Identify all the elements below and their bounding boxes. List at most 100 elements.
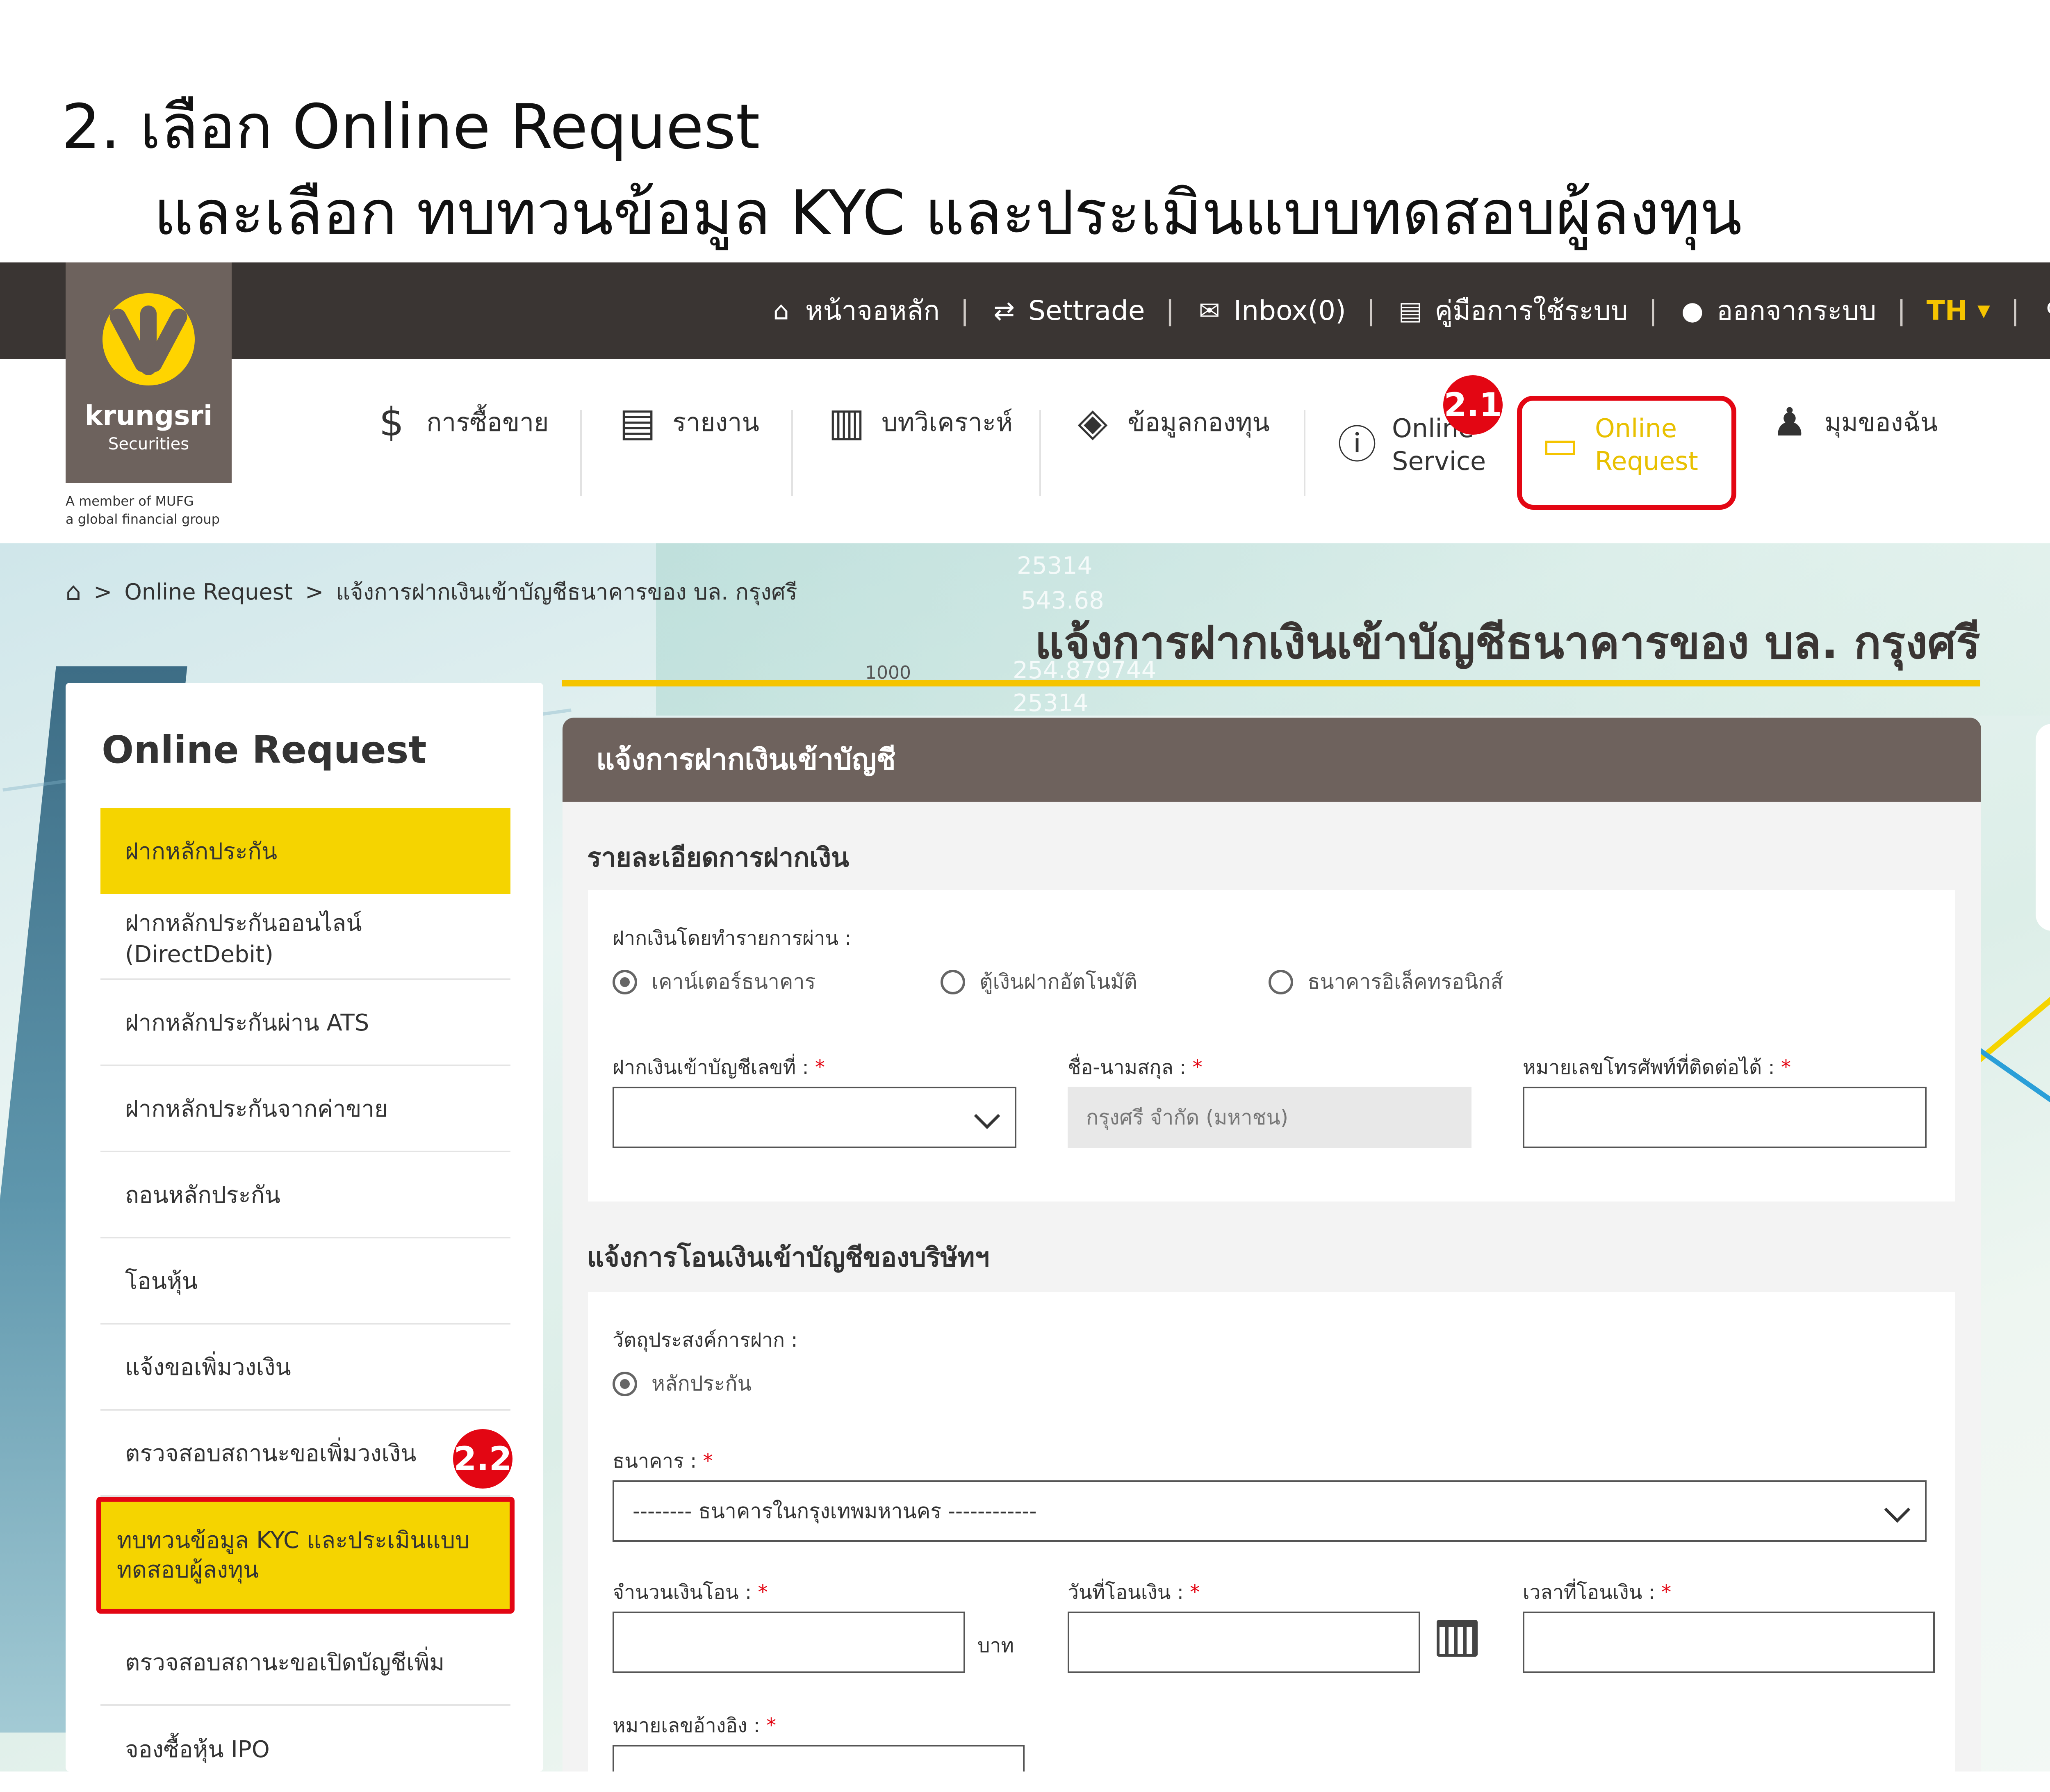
krungsri-logo[interactable]: krungsri Securities xyxy=(66,262,232,483)
page-title: แจ้งการฝากเงินเข้าบัญชีธนาคารของ บล. กรุ… xyxy=(1034,616,1980,669)
name-field: กรุงศรี จำกัด (มหาชน) xyxy=(1068,1087,1471,1148)
book-icon: ▤ xyxy=(1398,295,1423,326)
radio-counter[interactable]: เคาน์เตอร์ธนาคาร xyxy=(613,966,815,998)
sidebar: Online Request ฝากหลักประกัน ฝากหลักประก… xyxy=(66,683,543,1771)
report-icon: ▤ xyxy=(619,400,656,445)
step-badge-2-1: 2.1 xyxy=(1443,375,1503,435)
radio-collateral[interactable]: หลักประกัน xyxy=(613,1368,752,1400)
account-label: ฝากเงินเข้าบัญชีเลขที่ : * xyxy=(613,1056,825,1079)
section-transfer: แจ้งการโอนเงินเข้าบัญชีของบริษัทฯ xyxy=(587,1243,990,1273)
bank-label: ธนาคาร : * xyxy=(613,1450,713,1473)
sidebar-item-account-status[interactable]: ตรวจสอบสถานะขอเปิดบัญชีเพิ่ม xyxy=(100,1620,510,1706)
menu-my-corner[interactable]: ♟ มุมของฉัน xyxy=(1767,400,1938,445)
radio-ebanking[interactable]: ธนาคารอิเล็คทรอนิกส์ xyxy=(1269,966,1503,998)
sidebar-item-ats[interactable]: ฝากหลักประกันผ่าน ATS xyxy=(100,980,510,1066)
user-icon: ● xyxy=(1681,295,1704,326)
radio-atm[interactable]: ตู้เงินฝากอัตโนมัติ xyxy=(941,966,1137,998)
menu-analysis[interactable]: ▥ บทวิเคราะห์ xyxy=(824,400,1013,445)
top-nav-logout[interactable]: ● ออกจากระบบ xyxy=(1678,289,1877,332)
account-select[interactable] xyxy=(613,1087,1016,1148)
menu-trade[interactable]: $ การซื้อขาย xyxy=(369,400,549,445)
logo-subtitle: Securities xyxy=(108,435,189,454)
breadcrumb-online-request[interactable]: Online Request xyxy=(124,579,293,605)
swap-icon: ⇄ xyxy=(993,295,1015,326)
radio-indicator xyxy=(613,969,637,994)
panel-header: แจ้งการฝากเงินเข้าบัญชี xyxy=(563,718,1981,802)
sidebar-item-collateral-deposit[interactable]: ฝากหลักประกัน xyxy=(100,808,510,894)
sidebar-item-ipo[interactable]: จองซื้อหุ้น IPO xyxy=(100,1706,510,1792)
amount-label: จำนวนเงินโอน : * xyxy=(613,1581,768,1604)
separator: | xyxy=(1366,295,1376,326)
date-input[interactable] xyxy=(1068,1612,1420,1673)
radio-indicator xyxy=(941,969,965,994)
deposit-via-label: ฝากเงินโดยทำรายการผ่าน : xyxy=(613,927,852,950)
date-label: วันที่โอนเงิน : * xyxy=(1068,1581,1200,1604)
home-icon: ⌂ xyxy=(773,295,789,326)
sidebar-item-credit-status[interactable]: ตรวจสอบสถานะขอเพิ่มวงเงิน xyxy=(100,1411,510,1497)
menu-fund[interactable]: ◈ ข้อมูลกองทุน xyxy=(1070,400,1269,445)
breadcrumb: ⌂ > Online Request > แจ้งการฝากเงินเข้าบ… xyxy=(66,574,797,609)
search-button[interactable]: ⚲ xyxy=(2040,296,2050,325)
amount-input[interactable] xyxy=(613,1612,965,1673)
time-label: เวลาที่โอนเงิน : * xyxy=(1523,1581,1672,1604)
phone-input[interactable] xyxy=(1523,1087,1927,1148)
top-navigation: ⌂ หน้าจอหลัก | ⇄ Settrade | ✉ Inbox(0) | ▤ ค… xyxy=(767,262,2050,359)
analysis-icon: ▥ xyxy=(828,400,865,445)
logo-name: krungsri xyxy=(84,400,213,431)
top-nav-home[interactable]: ⌂ หน้าจอหลัก xyxy=(767,289,940,332)
logo-tagline: A member of MUFG a global financial grou… xyxy=(66,493,220,527)
sidebar-item-credit-increase[interactable]: แจ้งขอเพิ่มวงเงิน xyxy=(100,1325,510,1411)
floating-tools: ⟲ ⇗ ◍ xyxy=(2036,724,2050,931)
top-nav-inbox[interactable]: ✉ Inbox(0) xyxy=(1195,295,1346,326)
bank-select[interactable]: -------- ธนาคารในกรุงเทพมหานคร ---------… xyxy=(613,1480,1927,1542)
language-selector[interactable]: TH ▼ xyxy=(1927,295,1990,326)
sidebar-item-from-sales[interactable]: ฝากหลักประกันจากค่าขาย xyxy=(100,1066,510,1152)
sidebar-item-transfer-stock[interactable]: โอนหุ้น xyxy=(100,1238,510,1325)
chevron-down-icon xyxy=(1884,1496,1911,1523)
divider xyxy=(1304,410,1305,496)
reference-input[interactable] xyxy=(613,1745,1025,1771)
chevron-down-icon xyxy=(974,1103,1000,1129)
info-icon: ⓘ xyxy=(1337,422,1377,467)
person-icon: ♟ xyxy=(1772,400,1807,445)
radio-indicator xyxy=(613,1371,637,1396)
logo-mark xyxy=(102,293,195,385)
separator: | xyxy=(1648,295,1658,326)
phone-label: หมายเลขโทรศัพท์ที่ติดต่อได้ : * xyxy=(1523,1056,1791,1079)
step-badge-2-2: 2.2 xyxy=(453,1429,512,1489)
online-request-highlight xyxy=(1517,396,1736,510)
sidebar-item-direct-debit[interactable]: ฝากหลักประกันออนไลน์ (DirectDebit) xyxy=(100,894,510,980)
separator: | xyxy=(1165,295,1175,326)
menu-report[interactable]: ▤ รายงาน xyxy=(615,400,759,445)
breadcrumb-current: แจ้งการฝากเงินเข้าบัญชีธนาคารของ บล. กรุ… xyxy=(336,579,797,605)
title-underline xyxy=(562,680,1980,686)
search-icon: ⚲ xyxy=(2040,296,2050,325)
instruction-line-1: 2. เลือก Online Request xyxy=(61,91,760,163)
time-input[interactable] xyxy=(1523,1612,1935,1673)
deposit-details-card: ฝากเงินโดยทำรายการผ่าน : เคาน์เตอร์ธนาคา… xyxy=(588,890,1955,1202)
top-nav-settrade[interactable]: ⇄ Settrade xyxy=(990,295,1145,326)
separator: | xyxy=(2010,295,2020,326)
separator: | xyxy=(1897,295,1906,326)
baht-label: บาท xyxy=(977,1634,1014,1657)
sidebar-title: Online Request xyxy=(102,728,427,772)
transfer-card: วัตถุประสงค์การฝาก : หลักประกัน ธนาคาร :… xyxy=(588,1292,1955,1771)
sidebar-item-kyc-review[interactable]: ทบทวนข้อมูล KYC และประเมินแบบ ทดสอบผู้ลงท… xyxy=(96,1497,515,1614)
divider xyxy=(580,410,582,496)
radio-indicator xyxy=(1269,969,1293,994)
section-deposit-details: รายละเอียดการฝากเงิน xyxy=(587,843,849,873)
divider xyxy=(791,410,793,496)
divider xyxy=(1039,410,1041,496)
name-label: ชื่อ-นามสกุล : * xyxy=(1068,1056,1203,1079)
purpose-label: วัตถุประสงค์การฝาก : xyxy=(613,1329,798,1352)
home-icon[interactable]: ⌂ xyxy=(66,577,81,606)
layers-icon: ◈ xyxy=(1077,400,1108,445)
instruction-line-2: และเลือก ทบทวนข้อมูล KYC และประเมินแบบทด… xyxy=(154,178,1742,249)
top-nav-manual[interactable]: ▤ คู่มือการใช้ระบบ xyxy=(1396,289,1628,332)
deposit-form-panel: แจ้งการฝากเงินเข้าบัญชี รายละเอียดการฝาก… xyxy=(563,718,1981,1771)
separator: | xyxy=(960,295,970,326)
trade-icon: $ xyxy=(379,400,404,445)
caret-down-icon: ▼ xyxy=(1977,301,1990,320)
sidebar-item-withdraw[interactable]: ถอนหลักประกัน xyxy=(100,1152,510,1238)
calendar-icon[interactable] xyxy=(1437,1620,1478,1657)
